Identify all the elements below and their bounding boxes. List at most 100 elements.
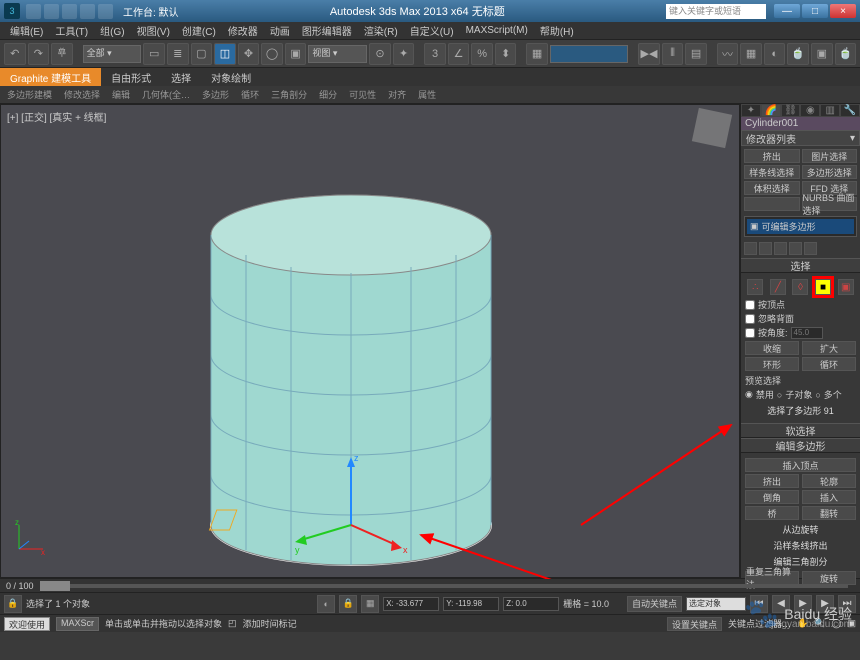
named-sel-icon[interactable]: ▦ bbox=[526, 43, 548, 65]
by-angle-checkbox[interactable] bbox=[745, 328, 755, 338]
render-setup-icon[interactable]: 🍵 bbox=[787, 43, 809, 65]
ribbon-poly[interactable]: 多边形 bbox=[199, 88, 232, 101]
layers-icon[interactable]: ▤ bbox=[685, 43, 707, 65]
toggle-script-icon[interactable]: ◰ bbox=[228, 618, 237, 629]
ribbon-vis[interactable]: 可见性 bbox=[346, 88, 379, 101]
render-icon[interactable]: 🍵 bbox=[835, 43, 857, 65]
preview-sub-radio[interactable]: ○ bbox=[777, 390, 782, 400]
scale-icon[interactable]: ▣ bbox=[285, 43, 307, 65]
snap-icon[interactable]: 3 bbox=[424, 43, 446, 65]
menu-render[interactable]: 渲染(R) bbox=[358, 23, 404, 38]
goto-end-icon[interactable]: ⏭ bbox=[838, 595, 856, 613]
inset-button[interactable]: 插入 bbox=[802, 490, 856, 504]
viewcube[interactable] bbox=[692, 108, 732, 148]
prev-frame-icon[interactable]: ◀ bbox=[772, 595, 790, 613]
window-crossing-icon[interactable]: ◫ bbox=[214, 43, 236, 65]
pivot-icon[interactable]: ⊙ bbox=[369, 43, 391, 65]
grow-button[interactable]: 扩大 bbox=[802, 341, 856, 355]
redo-icon[interactable]: ↷ bbox=[28, 43, 50, 65]
nav-orbit-icon[interactable]: ◯ bbox=[831, 618, 841, 629]
mod-btn[interactable]: 体积选择 bbox=[744, 181, 800, 195]
abs-mode-icon[interactable]: ▦ bbox=[361, 595, 379, 613]
minimize-button[interactable]: — bbox=[774, 4, 800, 18]
selection-filter-dropdown[interactable]: 全部 ▾ bbox=[83, 45, 142, 63]
ribbon-props[interactable]: 属性 bbox=[415, 88, 439, 101]
percent-snap-icon[interactable]: % bbox=[471, 43, 493, 65]
workspace-label[interactable]: 工作台: 默认 bbox=[123, 4, 179, 19]
viewport[interactable]: [+] [正交] [真实 + 线框] bbox=[0, 104, 740, 578]
manipulate-icon[interactable]: ✦ bbox=[393, 43, 415, 65]
rollout-selection[interactable]: 选择 bbox=[741, 258, 860, 273]
motion-tab-icon[interactable]: ◉ bbox=[800, 104, 820, 117]
mod-btn[interactable]: 样条线选择 bbox=[744, 165, 800, 179]
extrude-spline-label[interactable]: 沿样条线挤出 bbox=[745, 539, 856, 552]
element-level-icon[interactable]: ▣ bbox=[838, 279, 854, 295]
hierarchy-tab-icon[interactable]: ⛓ bbox=[781, 104, 801, 117]
angle-spinner[interactable]: 45.0 bbox=[791, 327, 823, 339]
create-tab-icon[interactable]: ✦ bbox=[741, 104, 761, 117]
cylinder-object[interactable]: z y x bbox=[151, 155, 551, 585]
border-level-icon[interactable]: ◊ bbox=[792, 279, 808, 295]
render-frame-icon[interactable]: ▣ bbox=[811, 43, 833, 65]
ribbon-loop[interactable]: 循环 bbox=[238, 88, 262, 101]
ignore-backface-checkbox[interactable] bbox=[745, 314, 755, 324]
by-vertex-checkbox[interactable] bbox=[745, 300, 755, 310]
align-icon[interactable]: ⫴ bbox=[662, 43, 684, 65]
stack-item-editable-poly[interactable]: ▣ 可编辑多边形 bbox=[747, 219, 854, 234]
qat-btn[interactable] bbox=[98, 4, 113, 19]
shrink-button[interactable]: 收缩 bbox=[745, 341, 799, 355]
menu-tools[interactable]: 工具(T) bbox=[49, 23, 94, 38]
unique-icon[interactable] bbox=[774, 242, 787, 255]
z-coord-field[interactable]: Z: 0.0 bbox=[503, 597, 559, 611]
display-tab-icon[interactable]: ▥ bbox=[820, 104, 840, 117]
menu-group[interactable]: 组(G) bbox=[94, 23, 130, 38]
curve-editor-icon[interactable]: 〰 bbox=[717, 43, 739, 65]
insert-vertex-button[interactable]: 插入顶点 bbox=[745, 458, 856, 472]
ribbon-polymodel[interactable]: 多边形建模 bbox=[4, 88, 55, 101]
configure-icon[interactable] bbox=[804, 242, 817, 255]
autokey-button[interactable]: 自动关键点 bbox=[627, 596, 682, 612]
vertex-level-icon[interactable]: ∴ bbox=[747, 279, 763, 295]
next-frame-icon[interactable]: ▶ bbox=[816, 595, 834, 613]
show-end-icon[interactable] bbox=[759, 242, 772, 255]
mod-btn[interactable]: NURBS 曲面选择 bbox=[802, 197, 858, 211]
nav-zoom-icon[interactable]: 🔍 bbox=[814, 618, 825, 629]
menu-customize[interactable]: 自定义(U) bbox=[404, 23, 460, 38]
named-selection-dropdown[interactable] bbox=[550, 45, 628, 63]
select-icon[interactable]: ▭ bbox=[143, 43, 165, 65]
edge-level-icon[interactable]: ╱ bbox=[770, 279, 786, 295]
material-editor-icon[interactable]: ◐ bbox=[764, 43, 786, 65]
menu-maxscript[interactable]: MAXScript(M) bbox=[460, 25, 534, 36]
qat-btn[interactable] bbox=[44, 4, 59, 19]
bridge-button[interactable]: 桥 bbox=[745, 506, 799, 520]
ring-button[interactable]: 环形 bbox=[745, 357, 799, 371]
angle-snap-icon[interactable]: ∠ bbox=[448, 43, 470, 65]
close-button[interactable]: × bbox=[830, 4, 856, 18]
menu-graph[interactable]: 图形编辑器 bbox=[296, 23, 358, 38]
ribbon-tri[interactable]: 三角剖分 bbox=[268, 88, 310, 101]
ribbon-edit[interactable]: 编辑 bbox=[109, 88, 133, 101]
qat-btn[interactable] bbox=[26, 4, 41, 19]
ribbon-tab-freeform[interactable]: 自由形式 bbox=[101, 68, 161, 86]
mod-btn[interactable]: 图片选择 bbox=[802, 149, 858, 163]
maximize-button[interactable]: □ bbox=[802, 4, 828, 18]
x-coord-field[interactable]: X: -33.677 bbox=[383, 597, 439, 611]
remove-mod-icon[interactable] bbox=[789, 242, 802, 255]
ribbon-tab-graphite[interactable]: Graphite 建模工具 bbox=[0, 68, 101, 86]
ribbon-tab-paint[interactable]: 对象绘制 bbox=[201, 68, 261, 86]
mod-btn[interactable] bbox=[744, 197, 800, 211]
menu-view[interactable]: 视图(V) bbox=[131, 23, 176, 38]
qat-btn[interactable] bbox=[62, 4, 77, 19]
welcome-button[interactable]: 欢迎使用 bbox=[4, 617, 50, 631]
undo-icon[interactable]: ↶ bbox=[4, 43, 26, 65]
select-rect-icon[interactable]: ▢ bbox=[191, 43, 213, 65]
loop-button[interactable]: 循环 bbox=[802, 357, 856, 371]
menu-edit[interactable]: 编辑(E) bbox=[4, 23, 49, 38]
qat-btn[interactable] bbox=[80, 4, 95, 19]
select-name-icon[interactable]: ≣ bbox=[167, 43, 189, 65]
nav-max-icon[interactable]: ▣ bbox=[847, 618, 856, 629]
sel-lock-icon[interactable]: 🔒 bbox=[339, 595, 357, 613]
menu-modifiers[interactable]: 修改器 bbox=[222, 23, 264, 38]
keymode-dropdown[interactable]: 选定对象 bbox=[686, 597, 746, 611]
rollout-soft-selection[interactable]: 软选择 bbox=[741, 423, 860, 438]
